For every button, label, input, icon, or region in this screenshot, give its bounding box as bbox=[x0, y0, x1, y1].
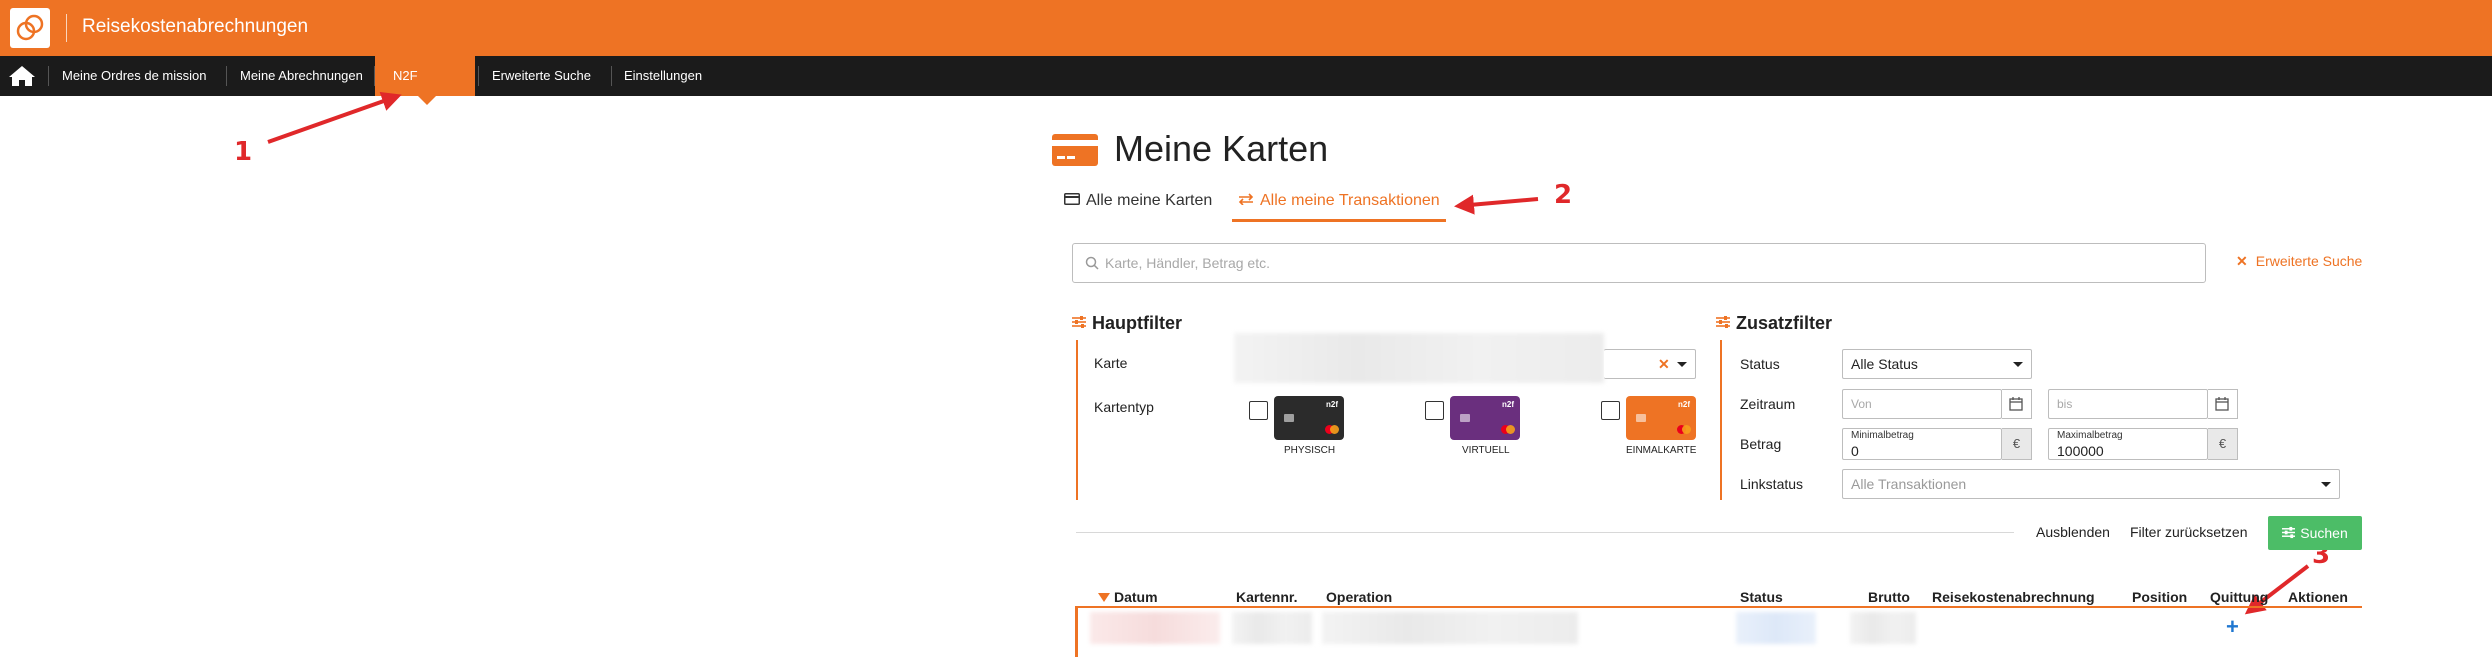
link-status-placeholder: Alle Transaktionen bbox=[1851, 476, 1967, 492]
extra-filter-accent-line bbox=[1720, 340, 1722, 500]
column-header-kartennr[interactable]: Kartennr. bbox=[1236, 589, 1297, 605]
tab-label: Alle meine Karten bbox=[1086, 192, 1213, 209]
tab-alle-meine-transaktionen[interactable]: Alle meine Transaktionen bbox=[1232, 192, 1446, 222]
tab-label: Alle meine Transaktionen bbox=[1260, 192, 1440, 209]
column-header-aktionen[interactable]: Aktionen bbox=[2288, 589, 2348, 605]
date-from-calendar-button[interactable] bbox=[2002, 389, 2032, 419]
card-brand-logo: n2f bbox=[1326, 400, 1338, 409]
min-amount-field[interactable]: Minimalbetrag 0 bbox=[1842, 428, 2002, 460]
sliders-icon bbox=[1716, 313, 1730, 334]
link-status-select[interactable]: Alle Transaktionen bbox=[1842, 469, 2340, 499]
currency-addon: € bbox=[2002, 428, 2032, 460]
extra-filter-title: Zusatzfilter bbox=[1736, 313, 1833, 333]
table-cell-redacted bbox=[1850, 612, 1916, 644]
main-filter-heading: Hauptfilter bbox=[1072, 313, 1182, 334]
annotation-label-1: 1 bbox=[234, 137, 253, 167]
max-amount-label: Maximalbetrag bbox=[2057, 430, 2123, 441]
checkbox-einmalkarte[interactable] bbox=[1601, 401, 1620, 420]
annotation-arrow-2 bbox=[1454, 194, 1539, 215]
period-filter-label: Zeitraum bbox=[1740, 396, 1796, 412]
column-header-operation[interactable]: Operation bbox=[1326, 589, 1392, 605]
max-amount-value: 100000 bbox=[2057, 443, 2104, 459]
date-to-input[interactable]: bis bbox=[2048, 389, 2208, 419]
currency-addon: € bbox=[2208, 428, 2238, 460]
search-icon bbox=[1085, 256, 1099, 270]
table-cell-redacted bbox=[1090, 612, 1220, 644]
virtual-card-image: n2f bbox=[1450, 396, 1520, 440]
search-button[interactable]: Suchen bbox=[2268, 516, 2362, 550]
table-row-accent bbox=[1075, 606, 1078, 657]
main-filter-title: Hauptfilter bbox=[1092, 313, 1182, 333]
search-box[interactable] bbox=[1072, 243, 2206, 283]
chevron-down-icon bbox=[1677, 362, 1687, 367]
min-amount-value: 0 bbox=[1851, 443, 1859, 459]
card-filter-label: Karte bbox=[1094, 355, 1128, 371]
date-from-input[interactable]: Von bbox=[1842, 389, 2002, 419]
status-select[interactable]: Alle Status bbox=[1842, 349, 2032, 379]
column-header-datum[interactable]: Datum bbox=[1114, 589, 1158, 605]
tab-alle-meine-karten[interactable]: Alle meine Karten bbox=[1058, 192, 1218, 222]
search-input[interactable] bbox=[1105, 252, 2185, 274]
table-cell-redacted bbox=[1322, 612, 1578, 644]
filter-divider bbox=[1076, 532, 2014, 533]
sort-desc-icon[interactable] bbox=[1098, 593, 1110, 602]
card-caption-physisch: PHYSISCH bbox=[1284, 445, 1336, 456]
column-header-position[interactable]: Position bbox=[2132, 589, 2187, 605]
max-amount-field[interactable]: Maximalbetrag 100000 bbox=[2048, 428, 2208, 460]
card-brand-logo: n2f bbox=[1502, 400, 1514, 409]
checkbox-physisch[interactable] bbox=[1249, 401, 1268, 420]
column-header-reisekostenabrechnung[interactable]: Reisekostenabrechnung bbox=[1932, 589, 2095, 605]
calendar-icon bbox=[2009, 397, 2023, 411]
annotation-arrows bbox=[267, 91, 2310, 615]
sliders-icon bbox=[2282, 517, 2296, 551]
credit-card-icon bbox=[1052, 134, 1098, 166]
column-header-brutto[interactable]: Brutto bbox=[1868, 589, 1910, 605]
column-header-status[interactable]: Status bbox=[1740, 589, 1783, 605]
sliders-icon bbox=[1072, 313, 1086, 334]
clear-icon[interactable]: ✕ bbox=[1658, 356, 1670, 373]
chevron-down-icon bbox=[2321, 482, 2331, 487]
card-caption-virtuell: VIRTUELL bbox=[1462, 445, 1510, 456]
advanced-search-link[interactable]: ✕ Erweiterte Suche bbox=[2236, 253, 2362, 270]
swap-arrows-icon bbox=[1238, 192, 1254, 210]
card-brand-logo: n2f bbox=[1678, 400, 1690, 409]
reset-filters-button[interactable]: Filter zurücksetzen bbox=[2130, 524, 2247, 540]
column-header-quittung[interactable]: Quittung bbox=[2210, 589, 2268, 605]
table-cell-redacted bbox=[1736, 612, 1816, 644]
hide-filters-button[interactable]: Ausblenden bbox=[2036, 524, 2110, 540]
extra-filter-heading: Zusatzfilter bbox=[1716, 313, 1832, 334]
close-icon: ✕ bbox=[2236, 253, 2248, 269]
credit-card-icon bbox=[1064, 192, 1080, 210]
search-button-label: Suchen bbox=[2300, 525, 2348, 541]
single-use-card-image: n2f bbox=[1626, 396, 1696, 440]
main-filter-accent-line bbox=[1076, 340, 1078, 500]
checkbox-virtuell[interactable] bbox=[1425, 401, 1444, 420]
annotation-label-2: 2 bbox=[1554, 180, 1573, 210]
card-select[interactable] bbox=[1604, 349, 1696, 379]
amount-filter-label: Betrag bbox=[1740, 436, 1782, 452]
date-to-calendar-button[interactable] bbox=[2208, 389, 2238, 419]
chevron-down-icon bbox=[2013, 362, 2023, 367]
card-caption-einmalkarte: EINMALKARTE bbox=[1626, 445, 1697, 456]
page-title: Meine Karten bbox=[1114, 128, 1329, 169]
table-cell-redacted bbox=[1232, 612, 1312, 644]
link-status-filter-label: Linkstatus bbox=[1740, 476, 1804, 492]
add-receipt-icon[interactable]: + bbox=[2226, 614, 2239, 640]
card-select-redacted bbox=[1234, 333, 1604, 383]
cardtype-filter-label: Kartentyp bbox=[1094, 399, 1154, 415]
calendar-icon bbox=[2215, 397, 2229, 411]
status-select-value: Alle Status bbox=[1851, 356, 1918, 372]
table-row-top-border bbox=[1078, 606, 2362, 608]
status-filter-label: Status bbox=[1740, 356, 1780, 372]
annotation-arrow-1 bbox=[267, 91, 402, 144]
advanced-search-label: Erweiterte Suche bbox=[2255, 253, 2363, 269]
min-amount-label: Minimalbetrag bbox=[1851, 430, 1914, 441]
physical-card-image: n2f bbox=[1274, 396, 1344, 440]
